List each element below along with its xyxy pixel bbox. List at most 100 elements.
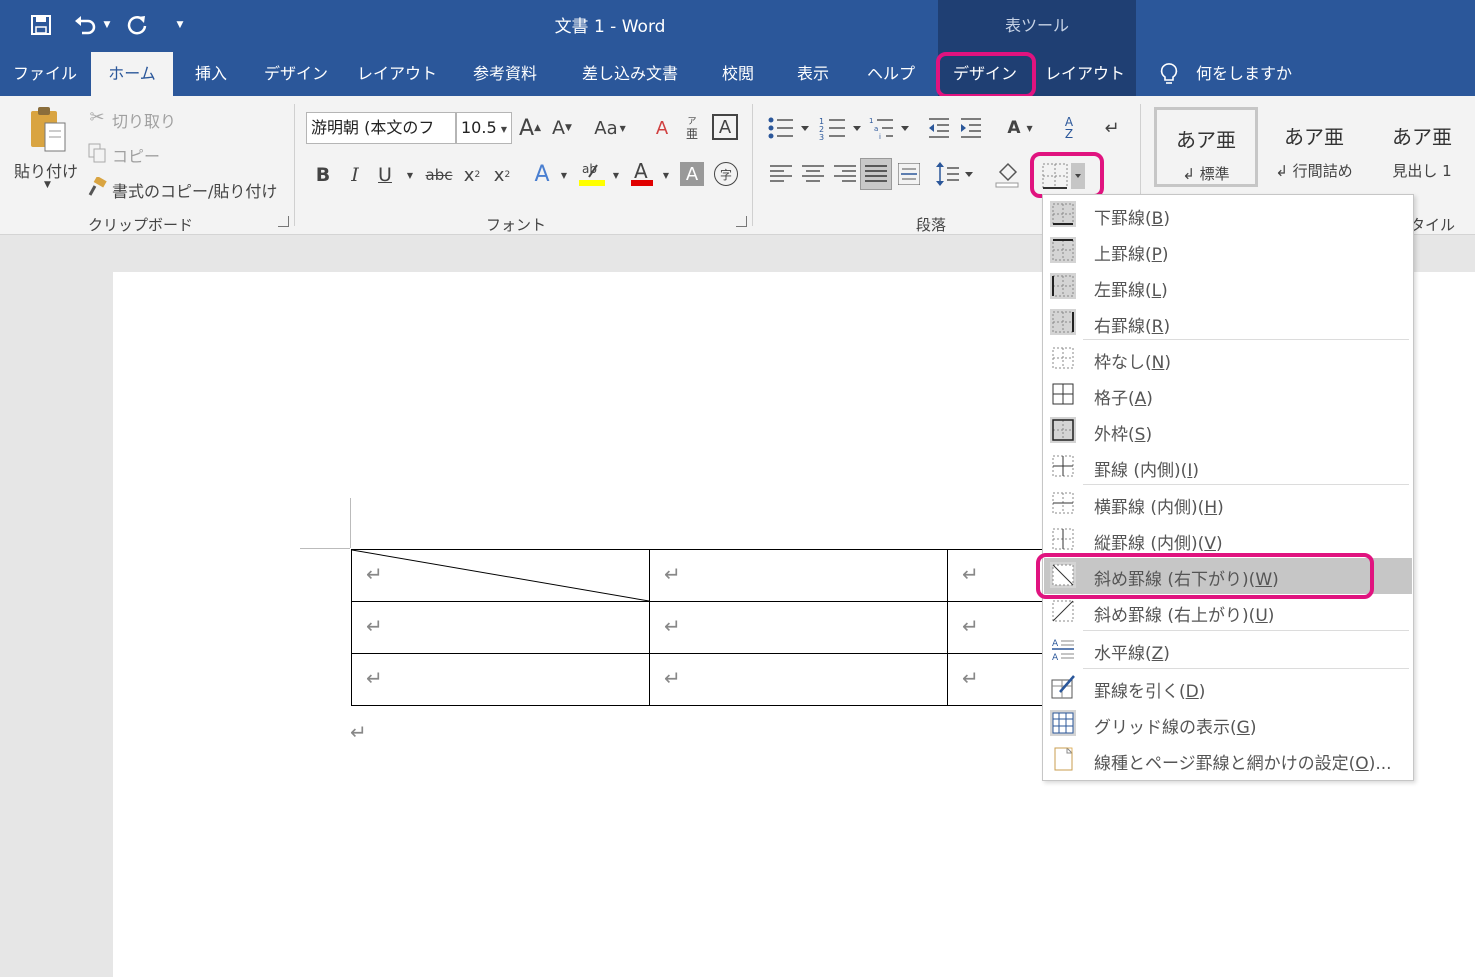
tab-home[interactable]: ホーム: [91, 52, 173, 96]
undo-icon[interactable]: [72, 12, 98, 38]
table-cell[interactable]: ↵: [649, 549, 948, 602]
table-cell[interactable]: ↵: [649, 601, 948, 654]
paste-button[interactable]: 貼り付け: [14, 158, 78, 182]
enclose-characters-icon[interactable]: 字: [714, 162, 738, 186]
table-cell[interactable]: ↵: [649, 653, 948, 706]
underline-dropdown-icon[interactable]: ▼: [404, 170, 416, 180]
return-mark: ↵: [664, 562, 681, 586]
clipboard-launcher-icon[interactable]: [278, 216, 289, 227]
menu-item-horizontal-line[interactable]: A A 水平線(Z): [1044, 632, 1412, 668]
menu-item-diagonal-down-border[interactable]: 斜め罫線 (右下がり)(W): [1044, 558, 1412, 594]
copy-button[interactable]: コピー: [112, 143, 160, 167]
font-size-dropdown-icon[interactable]: ▼: [498, 124, 510, 134]
font-launcher-icon[interactable]: [736, 216, 747, 227]
tell-me-search[interactable]: 何をしますか: [1196, 52, 1296, 96]
menu-item-view-gridlines[interactable]: グリッド線の表示(G): [1044, 706, 1412, 742]
inside-borders-icon: [1050, 453, 1076, 479]
menu-item-all-borders[interactable]: 格子(A): [1044, 377, 1412, 413]
character-border-icon[interactable]: A: [712, 114, 738, 140]
table-cell[interactable]: ↵: [351, 601, 650, 654]
shading-icon[interactable]: [992, 158, 1022, 190]
styles-group-label: タイル: [1410, 216, 1456, 234]
asian-layout-icon[interactable]: A ▼: [1000, 114, 1040, 142]
borders-button[interactable]: [1040, 160, 1098, 192]
phonetic-guide-icon[interactable]: ア亜: [680, 112, 704, 144]
font-color-dropdown-icon[interactable]: ▼: [660, 170, 672, 180]
justify-icon[interactable]: [860, 158, 892, 190]
table-cell[interactable]: ↵: [351, 653, 650, 706]
style-no-spacing[interactable]: あア亜 ↲ 行間詰め: [1262, 107, 1366, 187]
text-effects-icon[interactable]: A: [530, 160, 554, 188]
menu-item-outside-borders[interactable]: 外枠(S): [1044, 413, 1412, 449]
customize-qat-icon[interactable]: ▼: [172, 12, 188, 38]
undo-dropdown-icon[interactable]: ▼: [100, 12, 114, 38]
paste-icon[interactable]: [26, 104, 70, 156]
menu-item-diagonal-up-border[interactable]: 斜め罫線 (右上がり)(U): [1044, 594, 1412, 630]
style-normal[interactable]: あア亜 ↲ 標準: [1154, 107, 1258, 187]
multilevel-list-icon[interactable]: 1ai: [868, 114, 912, 142]
font-name-combo[interactable]: 游明朝 (本文のフ: [306, 112, 456, 144]
increase-indent-icon[interactable]: [958, 114, 984, 142]
strikethrough-icon[interactable]: abc: [424, 162, 454, 188]
tab-references[interactable]: 参考資料: [458, 52, 552, 96]
tab-mailings[interactable]: 差し込み文書: [568, 52, 692, 96]
format-painter-button[interactable]: 書式のコピー/貼り付け: [112, 178, 277, 202]
shrink-font-icon[interactable]: A ▼: [550, 114, 574, 142]
tab-table-layout[interactable]: レイアウト: [1042, 52, 1128, 96]
highlight-color-icon[interactable]: ab: [578, 158, 606, 188]
highlight-dropdown-icon[interactable]: ▼: [610, 170, 622, 180]
inside-horizontal-border-icon: [1050, 490, 1076, 516]
tab-help[interactable]: ヘルプ: [858, 52, 924, 96]
menu-item-draw-table[interactable]: 罫線を引く(D): [1044, 670, 1412, 706]
table-cell-diagonal[interactable]: ↵: [351, 549, 650, 602]
menu-item-bottom-border[interactable]: 下罫線(B): [1044, 197, 1412, 233]
grow-font-icon[interactable]: A ▲: [518, 114, 542, 142]
tab-design[interactable]: デザイン: [256, 52, 336, 96]
style-heading-1[interactable]: あア亜 見出し 1: [1370, 107, 1474, 187]
clear-formatting-icon[interactable]: A: [650, 114, 674, 142]
group-separator: [294, 104, 295, 226]
numbering-icon[interactable]: 123: [818, 114, 864, 142]
sort-icon[interactable]: AZ: [1056, 112, 1082, 144]
menu-item-inside-vertical-border[interactable]: 縦罫線 (内側)(V): [1044, 522, 1412, 558]
paste-dropdown-icon[interactable]: ▼: [44, 180, 51, 190]
menu-item-right-border[interactable]: 右罫線(R): [1044, 305, 1412, 341]
bullets-icon[interactable]: [766, 114, 812, 142]
show-formatting-marks-icon[interactable]: ↵: [1098, 114, 1126, 142]
save-icon[interactable]: [28, 12, 54, 38]
align-right-icon[interactable]: [832, 160, 858, 188]
menu-item-top-border[interactable]: 上罫線(P): [1044, 233, 1412, 269]
horizontal-line-icon: AA: [1050, 636, 1076, 663]
style-name: 見出し 1: [1392, 162, 1452, 180]
change-case-icon[interactable]: Aa ▼: [590, 114, 630, 142]
align-center-icon[interactable]: [800, 160, 826, 188]
character-shading-icon[interactable]: A: [680, 162, 704, 186]
superscript-icon[interactable]: x2: [490, 162, 514, 188]
tab-layout[interactable]: レイアウト: [352, 52, 442, 96]
distributed-icon[interactable]: [896, 160, 922, 188]
cut-button[interactable]: 切り取り: [112, 108, 176, 132]
subscript-icon[interactable]: x2: [460, 162, 484, 188]
menu-separator: [1083, 339, 1409, 340]
align-left-icon[interactable]: [768, 160, 794, 188]
menu-item-left-border[interactable]: 左罫線(L): [1044, 269, 1412, 305]
line-spacing-icon[interactable]: [934, 158, 978, 190]
underline-icon[interactable]: U: [374, 162, 396, 188]
tab-file[interactable]: ファイル: [8, 52, 82, 96]
inside-vertical-border-icon: [1050, 526, 1076, 552]
tab-table-design[interactable]: デザイン: [942, 52, 1028, 96]
menu-item-borders-shading[interactable]: 線種とページ罫線と網かけの設定(O)...: [1044, 742, 1412, 778]
decrease-indent-icon[interactable]: [926, 114, 952, 142]
italic-icon[interactable]: I: [344, 162, 366, 188]
tab-insert[interactable]: 挿入: [182, 52, 240, 96]
font-color-icon[interactable]: A: [628, 158, 656, 188]
menu-item-inside-borders[interactable]: 罫線 (内側)(I): [1044, 449, 1412, 485]
bold-icon[interactable]: B: [312, 162, 334, 188]
redo-icon[interactable]: [124, 12, 150, 38]
style-name: ↲ 標準: [1182, 165, 1230, 183]
menu-item-no-border[interactable]: 枠なし(N): [1044, 341, 1412, 377]
tab-view[interactable]: 表示: [784, 52, 842, 96]
tab-review[interactable]: 校閲: [708, 52, 768, 96]
menu-item-inside-horizontal-border[interactable]: 横罫線 (内側)(H): [1044, 486, 1412, 522]
text-effects-dropdown-icon[interactable]: ▼: [558, 170, 570, 180]
